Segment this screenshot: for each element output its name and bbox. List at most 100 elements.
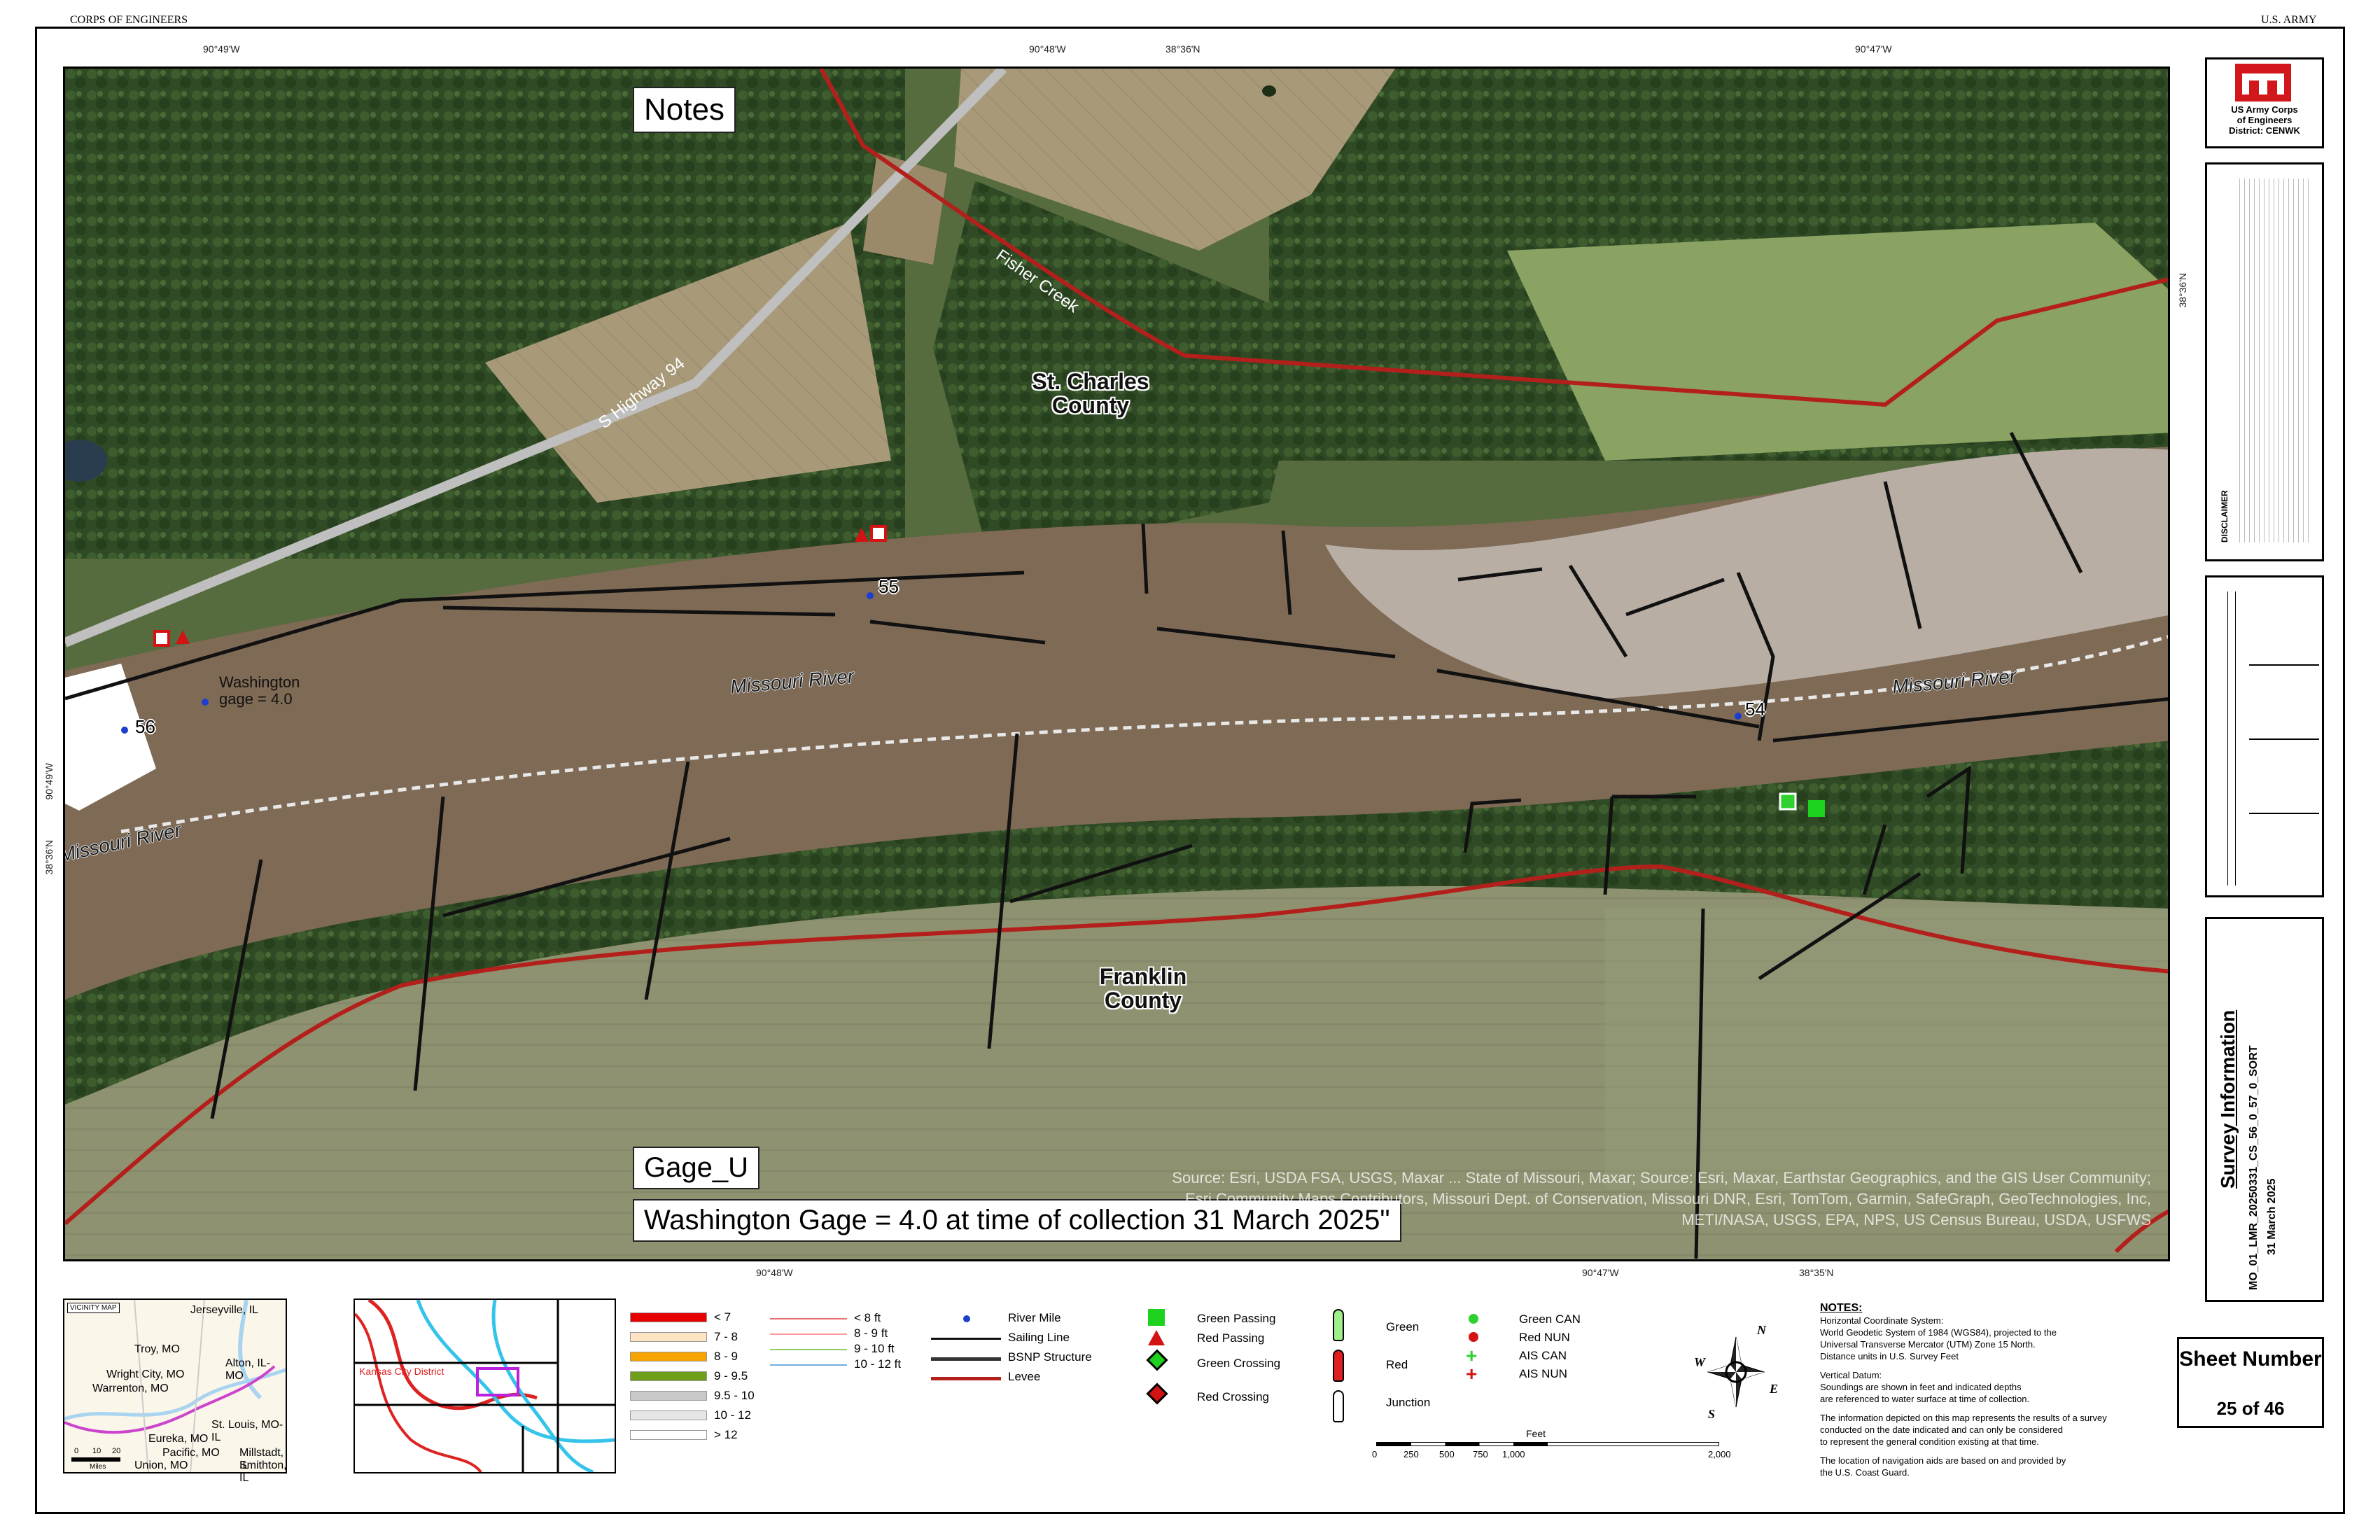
river-mile-54: [1735, 713, 1742, 720]
city-jerseyville: Jerseyville, IL: [190, 1304, 258, 1316]
scale-10: 10: [92, 1447, 102, 1455]
title-block-column-1: [2214, 592, 2228, 886]
north-arrow: N W E S: [1694, 1323, 1778, 1421]
compass-w: W: [1694, 1355, 1706, 1369]
green-crossing-icon: [1146, 1349, 1168, 1371]
red-nun-icon: [1469, 1332, 1478, 1342]
compass-e: E: [1770, 1382, 1779, 1396]
legend-lines: River Mile Sailing Line BSNP Structure L…: [931, 1311, 1127, 1390]
coord-top-4: 90°47'W: [1855, 43, 1892, 55]
city-st-louis: St. Louis, MO-IL: [211, 1419, 284, 1443]
aerial-map: [65, 69, 2168, 1259]
city-pacific: Pacific, MO: [162, 1447, 220, 1459]
coord-bottom-3: 38°35'N: [1799, 1267, 1834, 1278]
note-line-2: World Geodetic System of 1984 (WGS84), p…: [1820, 1327, 2057, 1338]
light-label-red: Red: [1386, 1358, 1408, 1371]
note-line-4: Distance units in U.S. Survey Feet: [1820, 1351, 1959, 1362]
city-alton: Alton, IL-MO: [225, 1357, 271, 1382]
map-notes: NOTES: Horizontal Coordinate System: Wor…: [1820, 1302, 2170, 1491]
coord-top-2: 90°48'W: [1029, 43, 1066, 55]
disclaimer-title: DISCLAIMER: [2220, 490, 2230, 542]
pond: [1262, 85, 1276, 97]
depth-label-6: 10 - 12: [714, 1408, 751, 1422]
navaid-label-2: Red Passing: [1197, 1331, 1265, 1345]
junction-light-icon: [1333, 1390, 1344, 1422]
coord-right-1: 38°36'N: [2177, 273, 2188, 308]
coord-bottom-2: 90°47'W: [1582, 1267, 1619, 1278]
district-map[interactable]: Kansas City District: [354, 1298, 616, 1474]
survey-date: 31 March 2025: [2266, 1178, 2278, 1255]
contour-label-4: 10 - 12 ft: [854, 1357, 902, 1371]
gage-label[interactable]: Gage_U: [633, 1147, 760, 1189]
contour-line-4: [770, 1364, 847, 1366]
line-label-river-mile: River Mile: [1008, 1311, 1061, 1324]
green-light-icon: [1333, 1309, 1344, 1341]
ais-can-icon: +: [1466, 1345, 1478, 1366]
light-label-junction: Junction: [1386, 1396, 1431, 1409]
district-label: Kansas City District: [359, 1366, 444, 1377]
scale-tick-2000: 2,000: [1708, 1449, 1731, 1460]
note-line-15: the U.S. Coast Guard.: [1820, 1467, 1910, 1478]
depth-label-5: 9.5 - 10: [714, 1389, 755, 1402]
sheet-number-box: Sheet Number 25 of 46: [2177, 1337, 2324, 1428]
usace-logo-box: US Army Corps of Engineers District: CEN…: [2205, 57, 2324, 148]
scale-tick-0: 0: [1372, 1449, 1378, 1460]
contour-line-2: [770, 1334, 847, 1335]
depth-swatch-1: [630, 1312, 707, 1322]
coord-top-1: 90°49'W: [203, 43, 240, 55]
river-mile-label-56: 56: [135, 716, 155, 737]
depth-label-2: 7 - 8: [714, 1330, 738, 1343]
coord-top-3: 38°36'N: [1166, 43, 1200, 55]
buoy-label-2: Red NUN: [1519, 1331, 1570, 1344]
note-line-12: to represent the general condition exist…: [1820, 1436, 2039, 1447]
district-map-graphic: [355, 1300, 615, 1472]
scale-tick-250: 250: [1404, 1449, 1419, 1460]
logo-line-1: US Army Corps: [2231, 104, 2298, 115]
note-line-5: [1820, 1362, 2170, 1369]
note-line-14: The location of navigation aids are base…: [1820, 1455, 2066, 1466]
depth-swatch-4: [630, 1371, 707, 1381]
legend-lights: Green Red Junction: [1323, 1309, 1435, 1428]
river-mile-label-55: 55: [878, 576, 899, 597]
note-line-9: [1820, 1405, 2170, 1412]
contour-label-3: 9 - 10 ft: [854, 1342, 895, 1355]
buoy-label-1: Green CAN: [1519, 1312, 1581, 1326]
washington-gage-point: [202, 699, 209, 706]
scale-unit: Miles: [90, 1463, 106, 1471]
sheet-of: 25 of 46: [2216, 1398, 2285, 1419]
map-frame[interactable]: Notes Gage_U Washington Gage = 4.0 at ti…: [63, 66, 2170, 1261]
scale-0: 0: [74, 1447, 79, 1455]
notes-label[interactable]: Notes: [633, 87, 736, 133]
depth-swatch-6: [630, 1410, 707, 1420]
scale-tick-1000: 1,000: [1502, 1449, 1525, 1460]
red-passing-icon: [1148, 1330, 1165, 1345]
levee-symbol: [931, 1377, 1001, 1380]
river-mile-55: [867, 592, 874, 599]
green-passing-icon: [1148, 1309, 1165, 1326]
green-crossing-marker: [1779, 792, 1797, 811]
survey-info-title: Survey Information: [2217, 1009, 2239, 1189]
city-union: Union, MO: [134, 1460, 188, 1471]
red-crossing-icon: [1146, 1382, 1168, 1405]
contour-label-1: < 8 ft: [854, 1311, 881, 1324]
vicinity-map[interactable]: VICINITY MAP Jerseyville, IL Troy, MO Al…: [63, 1298, 287, 1484]
header-right: U.S. ARMY: [2261, 14, 2317, 26]
ais-nun-icon: +: [1466, 1363, 1478, 1385]
coord-bottom-1: 90°48'W: [756, 1267, 793, 1278]
coord-left-2: 38°36'N: [43, 840, 55, 875]
city-troy: Troy, MO: [134, 1343, 180, 1355]
header-left: CORPS OF ENGINEERS: [70, 14, 188, 26]
compass-s: S: [1708, 1407, 1716, 1421]
scale-tick-500: 500: [1439, 1449, 1455, 1460]
sheet-label: Sheet Number: [2179, 1348, 2322, 1371]
legend-navaids: Green Passing Red Passing Green Crossing…: [1141, 1309, 1323, 1421]
red-crossing-marker-2: [153, 630, 170, 647]
survey-info-box: Survey Information MO_01_LMR_20250331_CS…: [2205, 917, 2324, 1302]
line-label-bsnp: BSNP Structure: [1008, 1350, 1092, 1364]
red-crossing-marker-1: [870, 525, 887, 542]
south-field-east: [1605, 909, 2168, 1189]
green-can-icon: [1469, 1314, 1478, 1324]
map-attribution: Source: Esri, USDA FSA, USGS, Maxar ... …: [1172, 1169, 2151, 1228]
title-block: [2205, 575, 2324, 897]
compass-rose-icon: [1707, 1336, 1765, 1408]
